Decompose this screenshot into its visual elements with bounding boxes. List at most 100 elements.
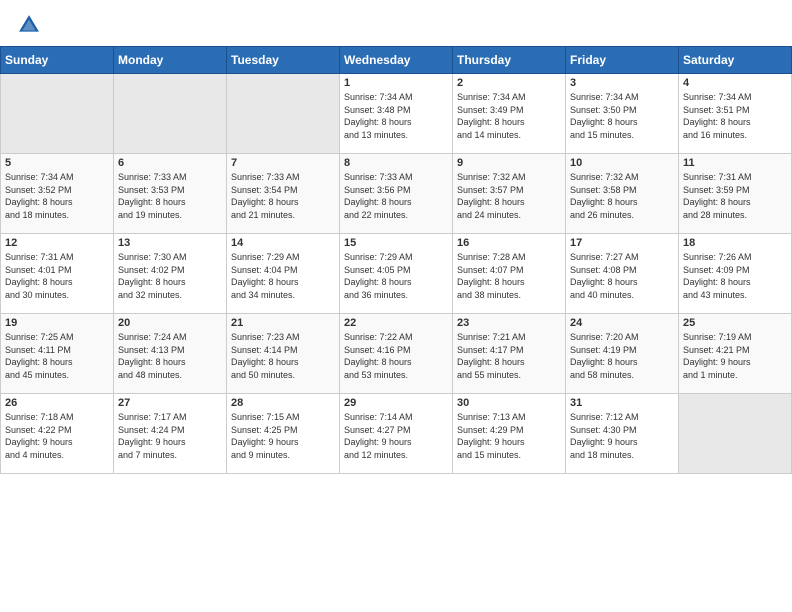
day-number: 29 [344, 397, 448, 409]
calendar-cell [114, 74, 227, 154]
day-info: Sunrise: 7:34 AM Sunset: 3:48 PM Dayligh… [344, 91, 448, 141]
day-number: 28 [231, 397, 335, 409]
day-info: Sunrise: 7:33 AM Sunset: 3:53 PM Dayligh… [118, 171, 222, 221]
weekday-header-row: SundayMondayTuesdayWednesdayThursdayFrid… [1, 47, 792, 74]
day-info: Sunrise: 7:29 AM Sunset: 4:04 PM Dayligh… [231, 251, 335, 301]
calendar-cell: 2 Sunrise: 7:34 AM Sunset: 3:49 PM Daylig… [453, 74, 566, 154]
weekday-header-tuesday: Tuesday [227, 47, 340, 74]
calendar-cell: 22 Sunrise: 7:22 AM Sunset: 4:16 PM Dayli… [340, 314, 453, 394]
day-number: 25 [683, 317, 787, 329]
day-number: 24 [570, 317, 674, 329]
day-number: 31 [570, 397, 674, 409]
day-info: Sunrise: 7:26 AM Sunset: 4:09 PM Dayligh… [683, 251, 787, 301]
calendar-cell: 24 Sunrise: 7:20 AM Sunset: 4:19 PM Dayli… [566, 314, 679, 394]
day-number: 13 [118, 237, 222, 249]
weekday-header-monday: Monday [114, 47, 227, 74]
day-info: Sunrise: 7:34 AM Sunset: 3:49 PM Dayligh… [457, 91, 561, 141]
day-info: Sunrise: 7:32 AM Sunset: 3:57 PM Dayligh… [457, 171, 561, 221]
week-row-5: 26 Sunrise: 7:18 AM Sunset: 4:22 PM Dayli… [1, 394, 792, 474]
day-info: Sunrise: 7:33 AM Sunset: 3:56 PM Dayligh… [344, 171, 448, 221]
day-info: Sunrise: 7:21 AM Sunset: 4:17 PM Dayligh… [457, 331, 561, 381]
week-row-2: 5 Sunrise: 7:34 AM Sunset: 3:52 PM Daylig… [1, 154, 792, 234]
day-info: Sunrise: 7:32 AM Sunset: 3:58 PM Dayligh… [570, 171, 674, 221]
week-row-3: 12 Sunrise: 7:31 AM Sunset: 4:01 PM Dayli… [1, 234, 792, 314]
day-number: 15 [344, 237, 448, 249]
day-info: Sunrise: 7:24 AM Sunset: 4:13 PM Dayligh… [118, 331, 222, 381]
calendar-cell: 18Sunrise: 7:26 AM Sunset: 4:09 PM Dayli… [679, 234, 792, 314]
week-row-1: 1 Sunrise: 7:34 AM Sunset: 3:48 PM Daylig… [1, 74, 792, 154]
calendar-cell: 9 Sunrise: 7:32 AM Sunset: 3:57 PM Daylig… [453, 154, 566, 234]
day-info: Sunrise: 7:30 AM Sunset: 4:02 PM Dayligh… [118, 251, 222, 301]
weekday-header-friday: Friday [566, 47, 679, 74]
calendar-cell: 19 Sunrise: 7:25 AM Sunset: 4:11 PM Dayli… [1, 314, 114, 394]
day-number: 16 [457, 237, 561, 249]
calendar-cell: 12 Sunrise: 7:31 AM Sunset: 4:01 PM Dayli… [1, 234, 114, 314]
day-number: 19 [5, 317, 109, 329]
day-info: Sunrise: 7:22 AM Sunset: 4:16 PM Dayligh… [344, 331, 448, 381]
logo [18, 14, 42, 36]
calendar-cell [1, 74, 114, 154]
calendar-cell: 7 Sunrise: 7:33 AM Sunset: 3:54 PM Daylig… [227, 154, 340, 234]
day-number: 2 [457, 77, 561, 89]
day-number: 22 [344, 317, 448, 329]
day-info: Sunrise: 7:34 AM Sunset: 3:50 PM Dayligh… [570, 91, 674, 141]
day-info: Sunrise: 7:27 AM Sunset: 4:08 PM Dayligh… [570, 251, 674, 301]
day-info: Sunrise: 7:33 AM Sunset: 3:54 PM Dayligh… [231, 171, 335, 221]
weekday-header-sunday: Sunday [1, 47, 114, 74]
day-info: Sunrise: 7:15 AM Sunset: 4:25 PM Dayligh… [231, 411, 335, 461]
day-number: 4 [683, 77, 787, 89]
calendar-cell: 28 Sunrise: 7:15 AM Sunset: 4:25 PM Dayli… [227, 394, 340, 474]
day-info: Sunrise: 7:34 AM Sunset: 3:52 PM Dayligh… [5, 171, 109, 221]
day-number: 14 [231, 237, 335, 249]
calendar-cell: 26 Sunrise: 7:18 AM Sunset: 4:22 PM Dayli… [1, 394, 114, 474]
calendar-cell: 14 Sunrise: 7:29 AM Sunset: 4:04 PM Dayli… [227, 234, 340, 314]
day-info: Sunrise: 7:31 AM Sunset: 4:01 PM Dayligh… [5, 251, 109, 301]
day-number: 12 [5, 237, 109, 249]
day-info: Sunrise: 7:18 AM Sunset: 4:22 PM Dayligh… [5, 411, 109, 461]
calendar-cell: 10 Sunrise: 7:32 AM Sunset: 3:58 PM Dayli… [566, 154, 679, 234]
day-number: 6 [118, 157, 222, 169]
day-number: 9 [457, 157, 561, 169]
day-number: 1 [344, 77, 448, 89]
logo-icon [18, 14, 40, 36]
calendar-cell: 5 Sunrise: 7:34 AM Sunset: 3:52 PM Daylig… [1, 154, 114, 234]
calendar-cell: 6 Sunrise: 7:33 AM Sunset: 3:53 PM Daylig… [114, 154, 227, 234]
calendar-cell: 3 Sunrise: 7:34 AM Sunset: 3:50 PM Daylig… [566, 74, 679, 154]
calendar-cell: 8Sunrise: 7:33 AM Sunset: 3:56 PM Daylig… [340, 154, 453, 234]
day-info: Sunrise: 7:29 AM Sunset: 4:05 PM Dayligh… [344, 251, 448, 301]
calendar-cell [679, 394, 792, 474]
calendar-cell: 30Sunrise: 7:13 AM Sunset: 4:29 PM Dayli… [453, 394, 566, 474]
calendar-cell: 20 Sunrise: 7:24 AM Sunset: 4:13 PM Dayli… [114, 314, 227, 394]
calendar-cell: 31Sunrise: 7:12 AM Sunset: 4:30 PM Dayli… [566, 394, 679, 474]
day-number: 23 [457, 317, 561, 329]
calendar-cell: 16Sunrise: 7:28 AM Sunset: 4:07 PM Dayli… [453, 234, 566, 314]
day-number: 26 [5, 397, 109, 409]
day-info: Sunrise: 7:31 AM Sunset: 3:59 PM Dayligh… [683, 171, 787, 221]
day-number: 21 [231, 317, 335, 329]
calendar-cell: 13 Sunrise: 7:30 AM Sunset: 4:02 PM Dayli… [114, 234, 227, 314]
calendar-cell: 25 Sunrise: 7:19 AM Sunset: 4:21 PM Dayli… [679, 314, 792, 394]
day-info: Sunrise: 7:20 AM Sunset: 4:19 PM Dayligh… [570, 331, 674, 381]
day-number: 27 [118, 397, 222, 409]
weekday-header-wednesday: Wednesday [340, 47, 453, 74]
day-number: 7 [231, 157, 335, 169]
calendar-cell: 17 Sunrise: 7:27 AM Sunset: 4:08 PM Dayli… [566, 234, 679, 314]
calendar-cell [227, 74, 340, 154]
day-number: 10 [570, 157, 674, 169]
page: SundayMondayTuesdayWednesdayThursdayFrid… [0, 0, 792, 612]
day-info: Sunrise: 7:25 AM Sunset: 4:11 PM Dayligh… [5, 331, 109, 381]
day-number: 3 [570, 77, 674, 89]
day-number: 20 [118, 317, 222, 329]
calendar-cell: 23 Sunrise: 7:21 AM Sunset: 4:17 PM Dayli… [453, 314, 566, 394]
day-number: 11 [683, 157, 787, 169]
day-info: Sunrise: 7:34 AM Sunset: 3:51 PM Dayligh… [683, 91, 787, 141]
calendar-cell: 27Sunrise: 7:17 AM Sunset: 4:24 PM Dayli… [114, 394, 227, 474]
calendar-cell: 4 Sunrise: 7:34 AM Sunset: 3:51 PM Daylig… [679, 74, 792, 154]
day-info: Sunrise: 7:13 AM Sunset: 4:29 PM Dayligh… [457, 411, 561, 461]
day-number: 5 [5, 157, 109, 169]
day-number: 17 [570, 237, 674, 249]
calendar: SundayMondayTuesdayWednesdayThursdayFrid… [0, 46, 792, 474]
day-info: Sunrise: 7:19 AM Sunset: 4:21 PM Dayligh… [683, 331, 787, 381]
calendar-cell: 21Sunrise: 7:23 AM Sunset: 4:14 PM Dayli… [227, 314, 340, 394]
week-row-4: 19 Sunrise: 7:25 AM Sunset: 4:11 PM Dayli… [1, 314, 792, 394]
